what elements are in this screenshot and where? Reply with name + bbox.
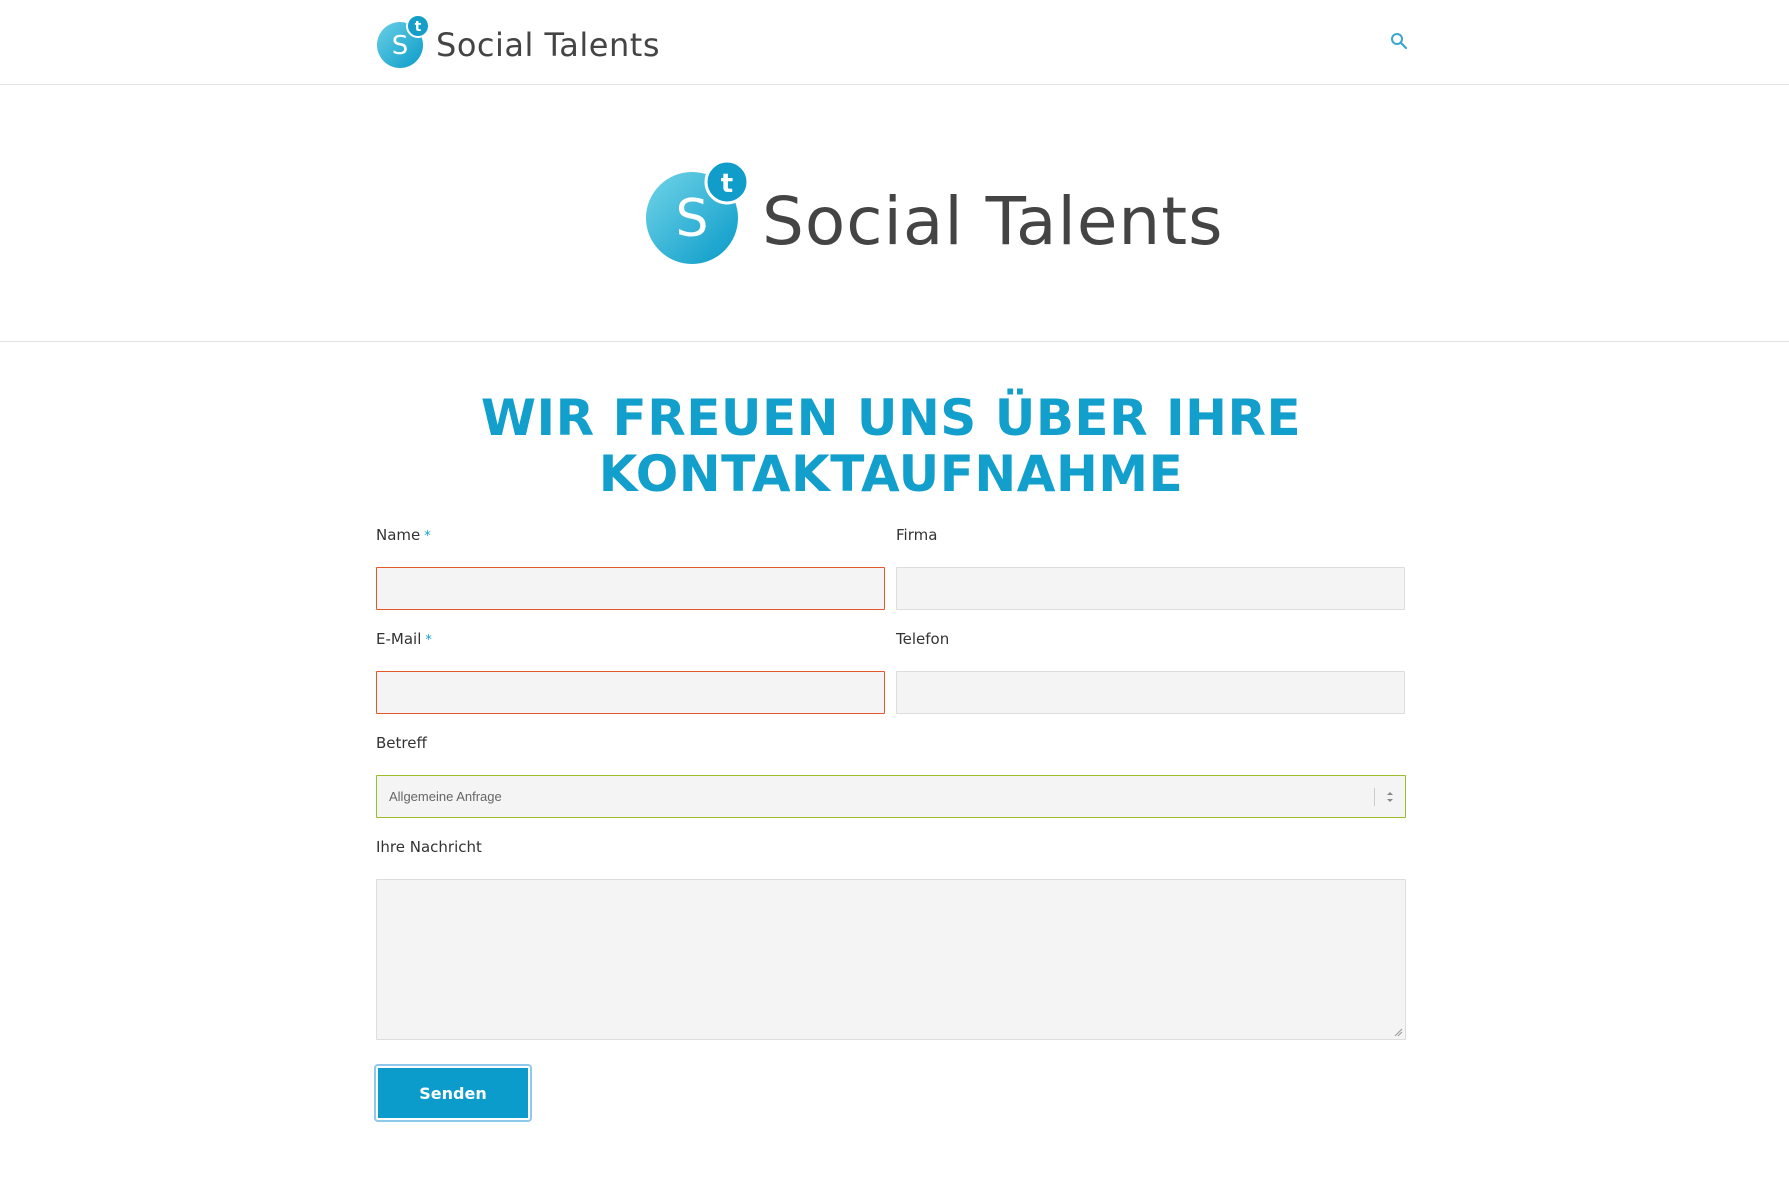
- company-label: Firma: [896, 526, 938, 544]
- company-field-group: Firma: [896, 526, 1405, 610]
- message-textarea[interactable]: [376, 879, 1406, 1040]
- name-label-text: Name: [376, 526, 421, 544]
- page-title-line-2: Kontaktaufnahme: [598, 445, 1184, 503]
- name-field-group: Name *: [376, 526, 885, 610]
- search-icon[interactable]: [1390, 32, 1408, 50]
- email-label-text: E-Mail: [376, 630, 422, 648]
- svg-text:S: S: [392, 31, 409, 61]
- email-field-group: E-Mail *: [376, 630, 885, 714]
- email-label: E-Mail *: [376, 630, 885, 650]
- svg-text:t: t: [415, 19, 422, 35]
- company-input[interactable]: [896, 567, 1405, 610]
- header-brand-name: Social Talents: [436, 26, 660, 64]
- subject-selected-value: Allgemeine Anfrage: [389, 789, 502, 804]
- name-label: Name *: [376, 526, 885, 546]
- phone-input[interactable]: [896, 671, 1405, 714]
- page-title-line-1: Wir freuen uns über Ihre: [480, 389, 1302, 447]
- page-title: Wir freuen uns über Ihre Kontaktaufnahme: [376, 390, 1406, 502]
- logo-mark-icon: S t: [377, 14, 430, 68]
- required-marker: *: [425, 633, 432, 648]
- subject-select[interactable]: Allgemeine Anfrage: [376, 775, 1406, 818]
- resize-grip-icon[interactable]: [1394, 1028, 1403, 1037]
- phone-label: Telefon: [896, 630, 950, 648]
- phone-field-group: Telefon: [896, 630, 1405, 714]
- hero-logo: S t Social Talents: [644, 158, 1224, 268]
- subject-field-group: Betreff Allgemeine Anfrage: [376, 734, 1406, 818]
- svg-text:t: t: [721, 169, 733, 199]
- hero-brand-name: Social Talents: [762, 182, 1224, 260]
- message-label: Ihre Nachricht: [376, 838, 482, 856]
- message-field-group: Ihre Nachricht: [376, 838, 1406, 1040]
- subject-label: Betreff: [376, 734, 427, 752]
- select-arrows-icon: [1387, 792, 1393, 802]
- logo-mark-icon: S t: [646, 159, 750, 264]
- required-marker: *: [424, 529, 431, 544]
- select-divider: [1374, 788, 1375, 806]
- name-input[interactable]: [376, 567, 885, 610]
- svg-text:S: S: [675, 189, 708, 249]
- hero-banner: S t Social Talents: [0, 86, 1789, 342]
- site-header: S t Social Talents: [0, 0, 1789, 85]
- submit-button[interactable]: Senden: [374, 1064, 532, 1122]
- email-input[interactable]: [376, 671, 885, 714]
- header-logo[interactable]: S t Social Talents: [376, 14, 660, 70]
